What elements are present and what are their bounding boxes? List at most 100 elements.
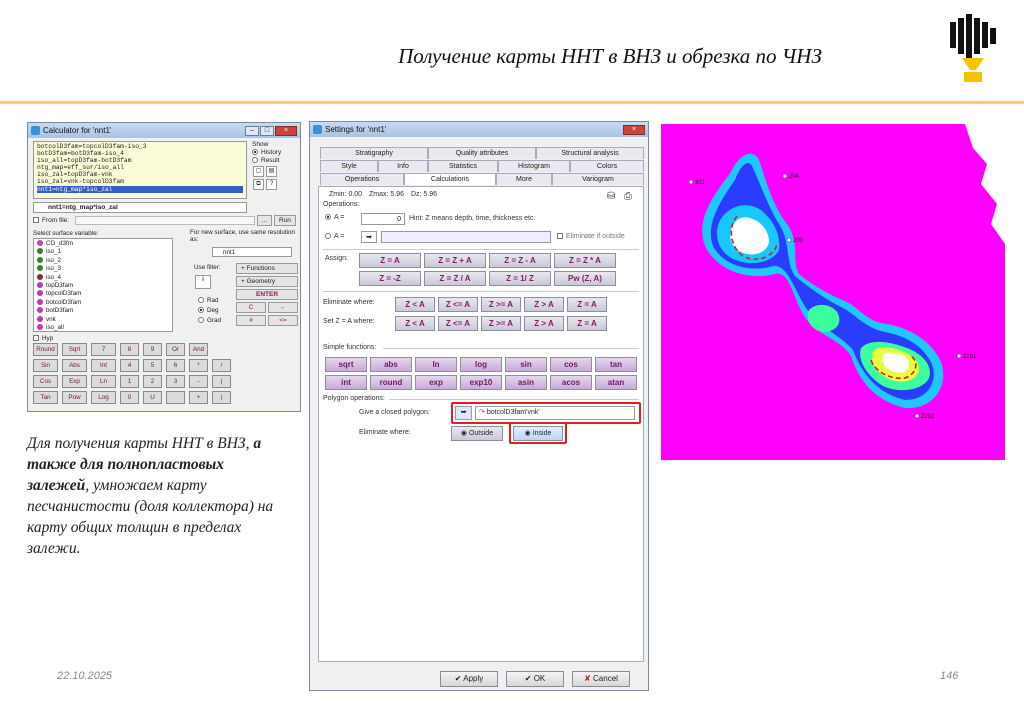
close-button[interactable]: × bbox=[623, 124, 645, 135]
cancel-button[interactable]: ✘ Cancel bbox=[572, 671, 630, 687]
calc-button[interactable]: atan bbox=[595, 375, 637, 390]
variable-item[interactable]: CG_d3fm bbox=[37, 240, 169, 248]
tab-operations[interactable]: Operations bbox=[320, 173, 404, 185]
calc-button[interactable]: tan bbox=[595, 357, 637, 372]
key-button[interactable]: Log bbox=[91, 391, 116, 404]
calc-button[interactable]: exp10 bbox=[460, 375, 502, 390]
calc-button[interactable]: Z <= A bbox=[438, 297, 478, 312]
new-icon[interactable]: ▢ bbox=[253, 166, 264, 177]
save-icon[interactable]: ⛁ bbox=[607, 191, 615, 202]
variable-item[interactable]: botcolD3fam bbox=[37, 298, 169, 307]
variable-item[interactable]: iso_2 bbox=[37, 256, 169, 265]
rad-radio[interactable]: Rad bbox=[198, 296, 221, 306]
tab-quality-attributes[interactable]: Quality attributes bbox=[428, 147, 536, 159]
calc-button[interactable]: Z <= A bbox=[438, 316, 478, 331]
key-button[interactable]: + bbox=[189, 391, 208, 404]
key-button[interactable]: 0 bbox=[120, 391, 139, 404]
key-button[interactable]: 4 bbox=[120, 359, 139, 372]
variable-item[interactable]: iso_1 bbox=[37, 248, 169, 256]
lte-button[interactable]: <= bbox=[268, 315, 298, 326]
key-button[interactable]: Tan bbox=[33, 391, 58, 404]
calc-button[interactable]: Z = -Z bbox=[359, 271, 421, 286]
calc-button[interactable]: Pw (Z, A) bbox=[554, 271, 616, 286]
calc-button[interactable]: sqrt bbox=[325, 357, 367, 372]
geometry-button[interactable]: + Geometry bbox=[236, 276, 298, 287]
tab-histogram[interactable]: Histogram bbox=[498, 160, 570, 172]
history-item[interactable]: botcolD3fam=topcolD3fam-iso_3 bbox=[37, 143, 243, 150]
key-button[interactable]: 2 bbox=[143, 375, 162, 388]
key-button[interactable]: 3 bbox=[166, 375, 185, 388]
calc-button[interactable]: ln bbox=[415, 357, 457, 372]
key-button[interactable]: ( bbox=[212, 375, 231, 388]
key-button[interactable]: And bbox=[189, 343, 208, 356]
filter-icon[interactable]: ⇩ bbox=[195, 275, 211, 289]
tab-more[interactable]: More bbox=[496, 173, 552, 185]
hyp-checkbox[interactable]: Hyp bbox=[33, 335, 53, 342]
print-icon[interactable]: ⎙ bbox=[624, 191, 632, 202]
tab-statistics[interactable]: Statistics bbox=[428, 160, 498, 172]
show-result-radio[interactable]: Result bbox=[252, 157, 298, 165]
history-item[interactable]: iso_all=topD3fam-botD3fam bbox=[37, 157, 243, 164]
minimize-button[interactable]: – bbox=[245, 125, 259, 136]
tab-info[interactable]: Info bbox=[378, 160, 428, 172]
calc-button[interactable]: Z = Z * A bbox=[554, 253, 616, 268]
calc-button[interactable]: Z > A bbox=[524, 297, 564, 312]
formula-input[interactable]: nnt1=ntg_map*iso_zal bbox=[33, 202, 247, 213]
e-button[interactable]: # bbox=[236, 315, 266, 326]
copy-icon[interactable]: ⧉ bbox=[253, 179, 264, 190]
key-button[interactable]: 6 bbox=[166, 359, 185, 372]
key-button[interactable]: Int bbox=[91, 359, 116, 372]
tab-style[interactable]: Style bbox=[320, 160, 378, 172]
outside-button[interactable]: ◉ Outside bbox=[451, 426, 503, 441]
backspace-button[interactable]: ← bbox=[268, 302, 298, 313]
key-button[interactable]: U bbox=[143, 391, 162, 404]
variable-list[interactable]: CG_d3fm iso_1 iso_2 iso_3 iso_4 topD3fam topco… bbox=[33, 238, 173, 332]
tab-structural-analysis[interactable]: Structural analysis bbox=[536, 147, 644, 159]
calc-button[interactable]: int bbox=[325, 375, 367, 390]
calc-button[interactable]: exp bbox=[415, 375, 457, 390]
calc-button[interactable]: Z = 1/ Z bbox=[489, 271, 551, 286]
key-button[interactable]: 7 bbox=[91, 343, 116, 356]
history-item[interactable]: iso_zal=vnk-topcolD3fam bbox=[37, 178, 243, 185]
show-history-radio[interactable]: History bbox=[252, 149, 298, 157]
functions-button[interactable]: + Functions bbox=[236, 263, 298, 274]
grad-radio[interactable]: Grad bbox=[198, 316, 221, 326]
maximize-button[interactable]: □ bbox=[260, 125, 274, 136]
variable-item[interactable]: iso_3 bbox=[37, 265, 169, 273]
key-button[interactable]: 8 bbox=[120, 343, 139, 356]
key-button[interactable]: Ln bbox=[91, 375, 116, 388]
calc-button[interactable]: log bbox=[460, 357, 502, 372]
key-button[interactable]: / bbox=[212, 359, 231, 372]
key-button[interactable] bbox=[166, 391, 185, 404]
key-button[interactable]: Cos bbox=[33, 375, 58, 388]
arrow-icon[interactable]: ➡ bbox=[361, 231, 377, 243]
calc-button[interactable]: Z > A bbox=[524, 316, 564, 331]
calc-button[interactable]: Z >= A bbox=[481, 316, 521, 331]
calc-button[interactable]: Z < A bbox=[395, 297, 435, 312]
key-button[interactable]: 9 bbox=[143, 343, 162, 356]
calc-button[interactable]: acos bbox=[550, 375, 592, 390]
eliminate-outside-checkbox[interactable]: Eliminate if outside bbox=[557, 233, 625, 240]
export-icon[interactable]: ▤ bbox=[266, 166, 277, 177]
key-button[interactable]: 5 bbox=[143, 359, 162, 372]
history-item[interactable]: iso_zal=topD3fam-vnk bbox=[37, 171, 243, 178]
key-button[interactable]: Or bbox=[166, 343, 185, 356]
from-file-field[interactable] bbox=[74, 215, 255, 225]
run-button[interactable]: Run bbox=[273, 215, 296, 226]
calc-button[interactable]: asin bbox=[505, 375, 547, 390]
calc-button[interactable]: Z = A bbox=[567, 316, 607, 331]
tab-stratigraphy[interactable]: Stratigraphy bbox=[320, 147, 428, 159]
key-button[interactable]: - bbox=[189, 375, 208, 388]
calc-button[interactable]: Z = A bbox=[567, 297, 607, 312]
ok-button[interactable]: ✔ OK bbox=[506, 671, 564, 687]
calc-button[interactable]: Z = A bbox=[359, 253, 421, 268]
variable-item[interactable]: topD3fam bbox=[37, 282, 169, 290]
enter-button[interactable]: ENTER bbox=[236, 289, 298, 300]
a-value-input[interactable]: 0 bbox=[361, 213, 405, 225]
variable-item[interactable]: botD3fam bbox=[37, 307, 169, 315]
calc-button[interactable]: Z = Z - A bbox=[489, 253, 551, 268]
history-item[interactable]: ntg_map=eff_sur/iso_all bbox=[37, 164, 243, 171]
surface-select[interactable] bbox=[381, 231, 551, 243]
apply-button[interactable]: ✔ Apply bbox=[440, 671, 498, 687]
tab-colors[interactable]: Colors bbox=[570, 160, 644, 172]
